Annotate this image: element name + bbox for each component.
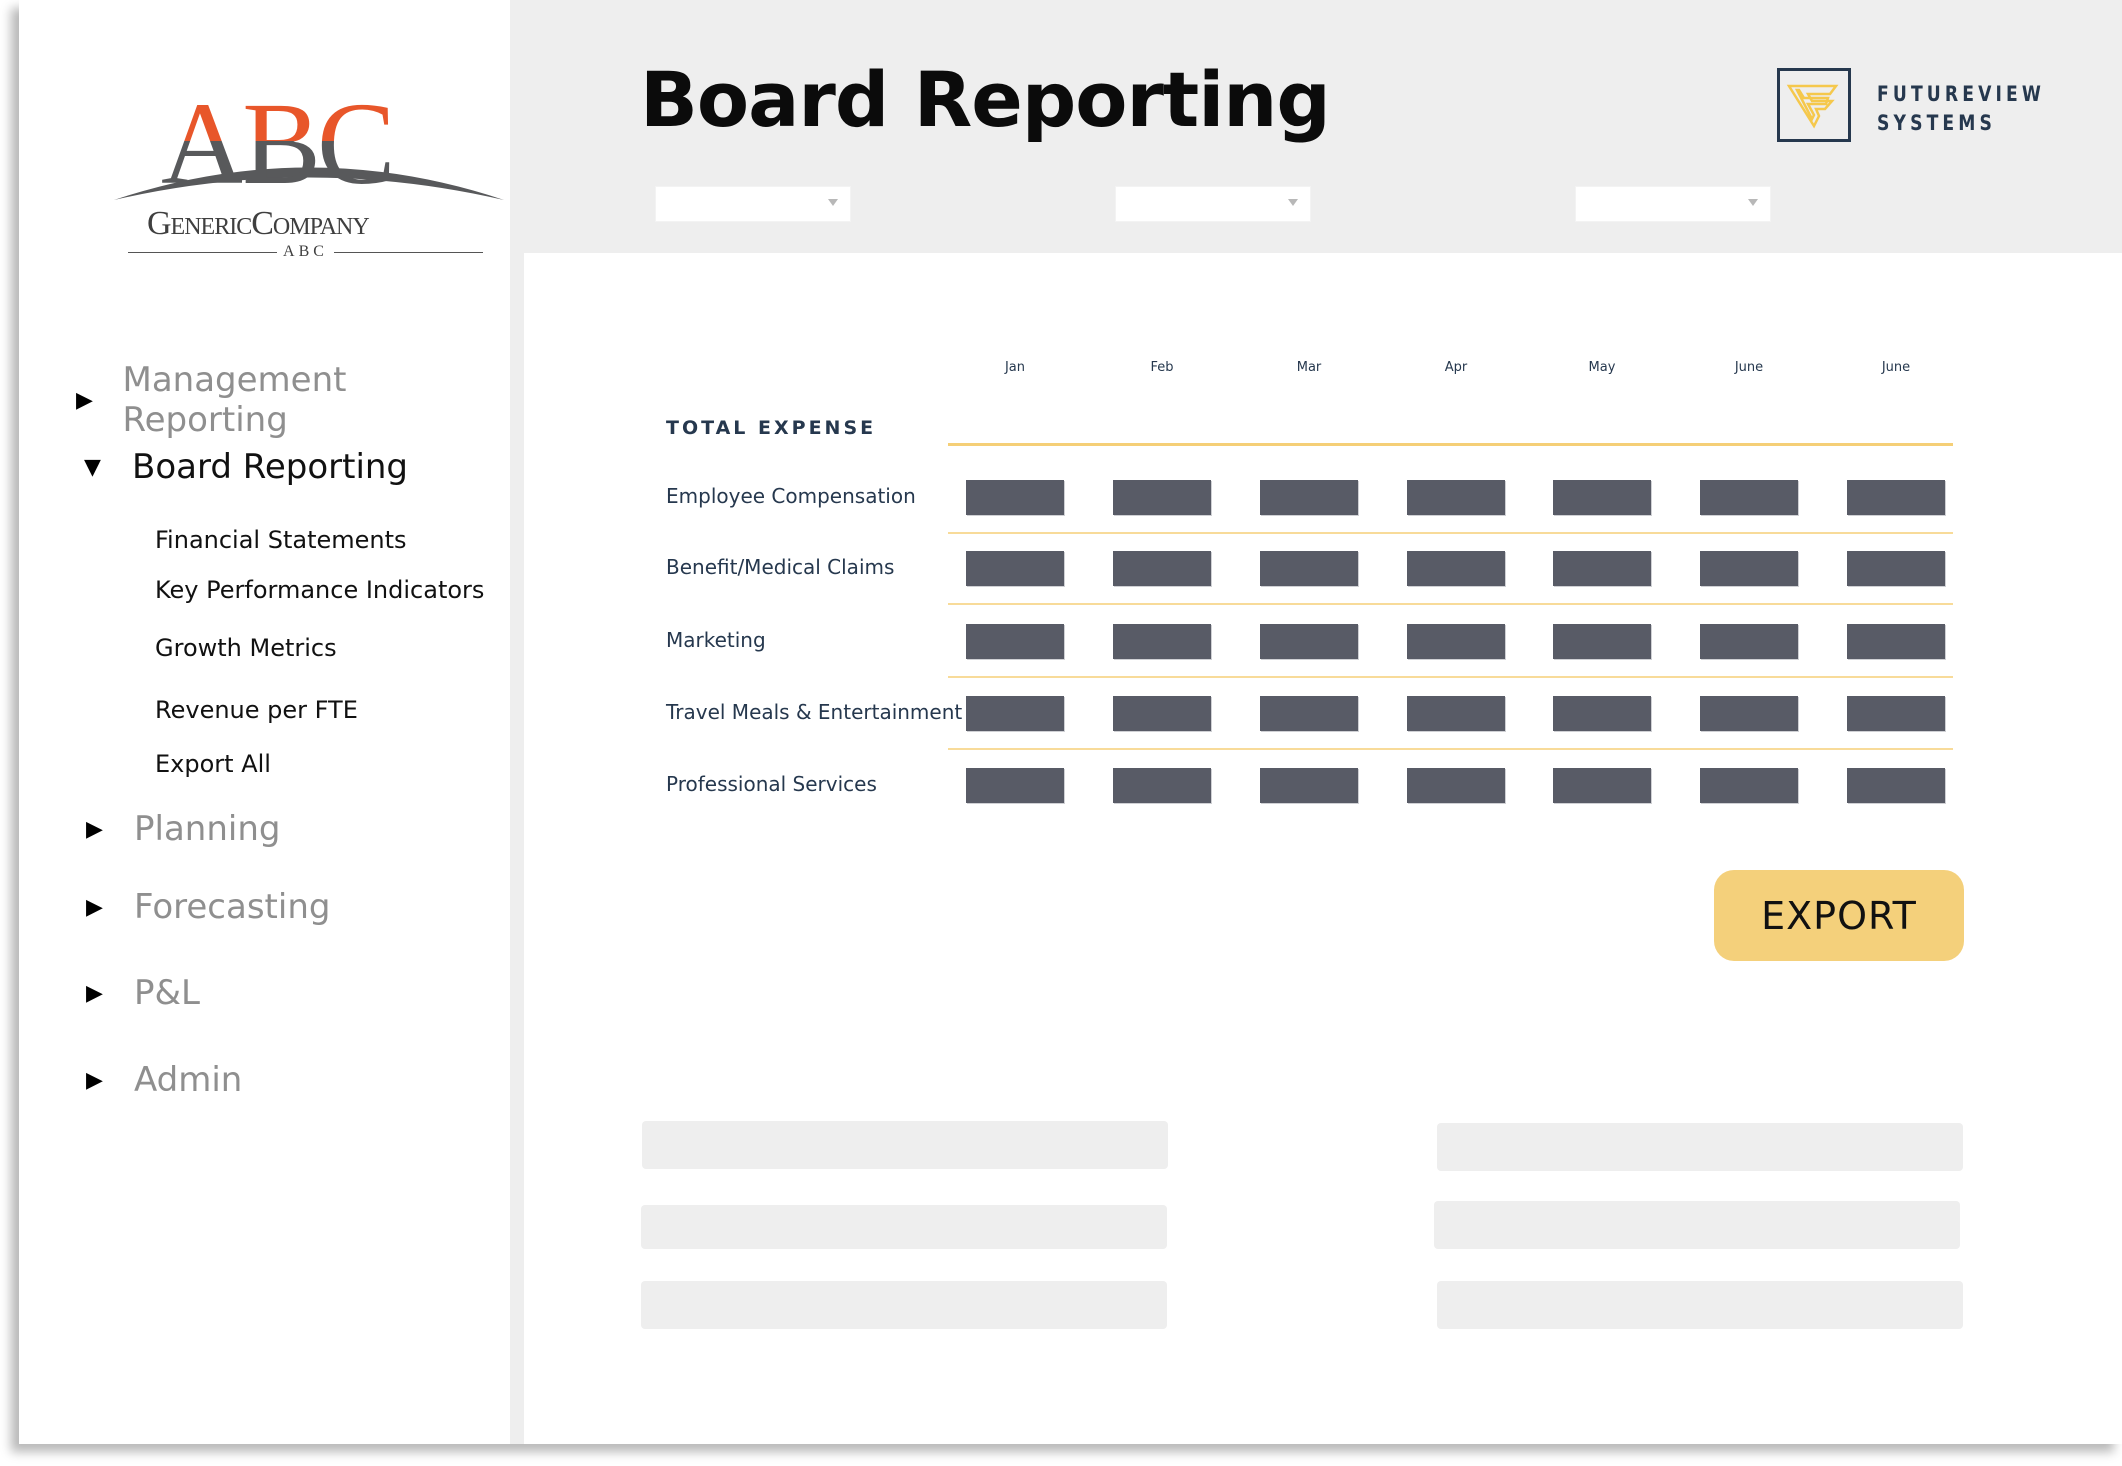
table-cell[interactable] [966,480,1064,515]
nav-item-board-reporting[interactable]: ▼ Board Reporting [84,447,408,487]
placeholder-bar [642,1121,1168,1169]
table-cell[interactable] [966,624,1064,659]
placeholder-bar [1437,1123,1963,1171]
table-cell[interactable] [1407,480,1505,515]
table-cell[interactable] [1113,624,1211,659]
table-cell[interactable] [1260,696,1358,731]
table-cell[interactable] [966,696,1064,731]
placeholder-bar [641,1281,1167,1329]
page-title: Board Reporting [640,55,1331,144]
export-button[interactable]: EXPORT [1714,870,1964,961]
nav-subitem-growth-metrics[interactable]: Growth Metrics [155,634,337,662]
nav-subitem-kpis[interactable]: Key Performance Indicators [155,576,484,604]
table-cell[interactable] [1700,696,1798,731]
company-logo: ABC GenericCompany ABC [109,85,509,265]
table-cell[interactable] [1260,551,1358,586]
month-header: June [1734,360,1764,375]
table-cell[interactable] [1260,768,1358,803]
row-label: Travel Meals & Entertainment [666,700,963,724]
filter-dropdown-2[interactable] [1115,186,1311,222]
nav-subitem-financial-statements[interactable]: Financial Statements [155,526,407,554]
table-cell[interactable] [1553,480,1651,515]
table-cell[interactable] [1700,480,1798,515]
nav-item-admin[interactable]: ▶ Admin [86,1060,242,1100]
placeholder-bar [1434,1201,1960,1249]
nav-item-management-reporting[interactable]: ▶ Management Reporting [76,360,510,440]
section-title: TOTAL EXPENSE [666,417,877,439]
expand-arrow-icon: ▶ [86,894,103,920]
month-header: Feb [1150,360,1174,375]
month-header: Jan [1004,360,1026,375]
table-cell[interactable] [1553,696,1651,731]
table-cell[interactable] [1407,768,1505,803]
row-divider [948,532,1953,534]
table-cell[interactable] [1553,551,1651,586]
logo-company-name: GenericCompany [147,205,370,242]
table-cell[interactable] [1847,624,1945,659]
table-cell[interactable] [1407,624,1505,659]
table-cell[interactable] [1113,768,1211,803]
chevron-down-icon [828,199,838,206]
table-cell[interactable] [1407,696,1505,731]
table-cell[interactable] [1847,480,1945,515]
month-header: June [1881,360,1911,375]
nav-subitem-revenue-per-fte[interactable]: Revenue per FTE [155,696,358,724]
expand-arrow-icon: ▶ [76,387,93,413]
table-cell[interactable] [1113,480,1211,515]
row-label: Employee Compensation [666,484,916,508]
table-cell[interactable] [966,551,1064,586]
table-cell[interactable] [1260,480,1358,515]
nav-item-forecasting[interactable]: ▶ Forecasting [86,887,330,927]
row-divider [948,676,1953,678]
nav-item-pl[interactable]: ▶ P&L [86,973,200,1013]
chevron-down-icon [1748,199,1758,206]
futureview-mark-icon [1777,68,1851,142]
futureview-wordmark: FUTUREVIEW SYSTEMS [1877,82,2045,135]
table-cell[interactable] [1113,551,1211,586]
row-divider [948,748,1953,750]
row-label: Marketing [666,628,766,652]
month-header: Mar [1296,360,1322,375]
table-cell[interactable] [1553,624,1651,659]
month-header: Apr [1444,360,1468,375]
table-cell[interactable] [1260,624,1358,659]
chevron-down-icon [1288,199,1298,206]
table-cell[interactable] [1113,696,1211,731]
nav-item-planning[interactable]: ▶ Planning [86,809,280,849]
filter-dropdown-3[interactable] [1575,186,1771,222]
logo-letters: ABC [161,78,396,209]
table-cell[interactable] [1700,768,1798,803]
sidebar: ABC GenericCompany ABC ▶ Management Repo… [19,0,510,1444]
table-cell[interactable] [1847,768,1945,803]
expand-arrow-icon: ▶ [86,980,103,1006]
table-cell[interactable] [966,768,1064,803]
logo-tagline: ABC [128,242,483,262]
expand-arrow-icon: ▶ [86,816,103,842]
table-cell[interactable] [1553,768,1651,803]
table-cell[interactable] [1847,696,1945,731]
filter-dropdown-1[interactable] [655,186,851,222]
table-cell[interactable] [1700,551,1798,586]
row-label: Benefit/Medical Claims [666,555,895,579]
table-cell[interactable] [1407,551,1505,586]
collapse-arrow-icon: ▼ [84,454,101,480]
row-label: Professional Services [666,772,877,796]
table-cell[interactable] [1700,624,1798,659]
placeholder-bar [1437,1281,1963,1329]
table-cell[interactable] [1847,551,1945,586]
expand-arrow-icon: ▶ [86,1067,103,1093]
row-divider [948,603,1953,605]
placeholder-bar [641,1205,1167,1249]
month-header: May [1588,360,1616,375]
nav-subitem-export-all[interactable]: Export All [155,750,271,778]
header-divider [948,443,1953,446]
